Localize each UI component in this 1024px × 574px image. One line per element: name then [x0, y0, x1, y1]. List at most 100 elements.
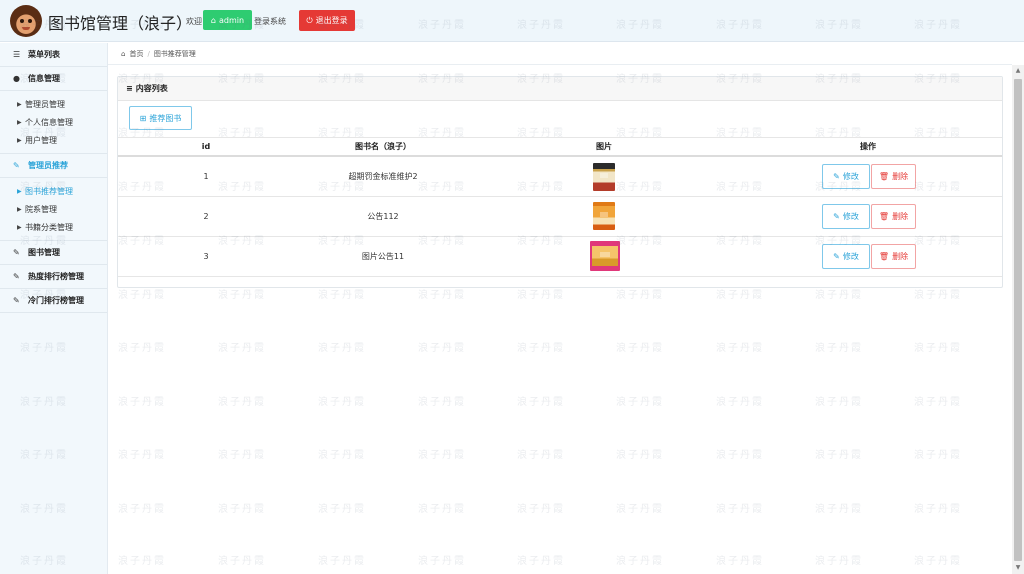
recommend-book-button[interactable]: ⊞ 推荐图书 — [129, 106, 192, 130]
watermark-text: 浪子丹霞 — [716, 290, 764, 301]
edit-button[interactable]: ✎ 修改 — [822, 164, 870, 189]
list-icon: ≡ — [126, 84, 133, 93]
delete-button[interactable]: 🗑 删除 — [871, 204, 916, 229]
watermark-text: 浪子丹霞 — [418, 290, 466, 301]
scroll-down-icon[interactable]: ▼ — [1014, 564, 1022, 572]
watermark-text: 浪子丹霞 — [815, 556, 863, 567]
watermark-text: 浪子丹霞 — [318, 290, 366, 301]
watermark-text: 浪子丹霞 — [218, 397, 266, 408]
watermark-text: 浪子丹霞 — [318, 397, 366, 408]
sidebar-group-label: 图书管理 — [28, 248, 60, 257]
sidebar-group-recommend[interactable]: ✎ 管理员推荐 — [0, 154, 107, 178]
watermark-text: 浪子丹霞 — [517, 450, 565, 461]
book-cover-image — [590, 241, 620, 271]
watermark-text: 浪子丹霞 — [716, 397, 764, 408]
edit-button[interactable]: ✎ 修改 — [822, 204, 870, 229]
watermark-text: 浪子丹霞 — [616, 450, 664, 461]
row-name: 公告112 — [367, 212, 399, 221]
edit-icon: ✎ — [13, 248, 20, 257]
sidebar: ☰ 菜单列表 ● 信息管理 ▶ 管理员管理 ▶ 个人信息管理 ▶ 用户管理 ✎ … — [0, 43, 108, 574]
edit-label: 修改 — [842, 212, 859, 221]
column-header-image: 图片 — [596, 142, 612, 151]
sidebar-item-profile[interactable]: ▶ 个人信息管理 — [0, 113, 107, 131]
sidebar-group-label: 信息管理 — [28, 74, 60, 83]
list-icon: ☰ — [13, 50, 21, 59]
watermark-text: 浪子丹霞 — [418, 397, 466, 408]
caret-right-icon: ▶ — [17, 205, 22, 213]
user-icon: ● — [13, 74, 20, 83]
sidebar-item-label: 个人信息管理 — [25, 117, 73, 127]
edit-label: 修改 — [842, 252, 859, 261]
sidebar-item-category[interactable]: ▶ 书籍分类管理 — [0, 218, 107, 236]
watermark-text: 浪子丹霞 — [218, 290, 266, 301]
trash-icon: 🗑 — [878, 172, 890, 181]
row-id: 1 — [203, 172, 209, 181]
watermark-text: 浪子丹霞 — [914, 504, 962, 515]
caret-right-icon: ▶ — [17, 118, 22, 126]
watermark-text: 浪子丹霞 — [914, 290, 962, 301]
edit-icon: ✎ — [833, 212, 840, 221]
user-button[interactable]: ⌂ admin — [203, 10, 252, 30]
watermark-text: 浪子丹霞 — [318, 343, 366, 354]
sidebar-group-books[interactable]: ✎ 图书管理 — [0, 241, 107, 265]
user-name: admin — [219, 15, 245, 25]
sidebar-item-label: 书籍分类管理 — [25, 222, 73, 232]
watermark-text: 浪子丹霞 — [815, 397, 863, 408]
column-header-name: 图书名（浪子） — [355, 142, 411, 151]
watermark-text: 浪子丹霞 — [914, 450, 962, 461]
delete-label: 删除 — [892, 172, 909, 181]
content-panel: ≡ 内容列表 ⊞ 推荐图书 id 图书名（浪子） 图片 操作 1 超期罚金标准维… — [117, 76, 1003, 288]
watermark-text: 浪子丹霞 — [616, 504, 664, 515]
watermark-text: 浪子丹霞 — [418, 450, 466, 461]
watermark-text: 浪子丹霞 — [815, 290, 863, 301]
watermark-text: 浪子丹霞 — [517, 556, 565, 567]
scroll-thumb[interactable] — [1014, 79, 1022, 561]
caret-right-icon: ▶ — [17, 100, 22, 108]
avatar — [10, 5, 42, 37]
sidebar-item-label: 管理员管理 — [25, 99, 65, 109]
power-icon: ⏻ — [306, 15, 313, 25]
delete-button[interactable]: 🗑 删除 — [871, 244, 916, 269]
watermark-text: 浪子丹霞 — [218, 343, 266, 354]
watermark-text: 浪子丹霞 — [218, 556, 266, 567]
logout-button[interactable]: ⏻ 退出登录 — [299, 10, 355, 31]
recommend-book-label: 推荐图书 — [149, 113, 182, 123]
sidebar-submenu-recommend: ▶ 图书推荐管理 ▶ 院系管理 ▶ 书籍分类管理 — [0, 178, 107, 241]
watermark-text: 浪子丹霞 — [815, 450, 863, 461]
row-name: 图片公告11 — [361, 252, 405, 261]
delete-button[interactable]: 🗑 删除 — [871, 164, 916, 189]
breadcrumb-current: 图书推荐管理 — [153, 50, 196, 58]
edit-button[interactable]: ✎ 修改 — [822, 244, 870, 269]
sidebar-item-department[interactable]: ▶ 院系管理 — [0, 200, 107, 218]
watermark-text: 浪子丹霞 — [118, 290, 166, 301]
scroll-up-icon[interactable]: ▲ — [1014, 67, 1022, 75]
watermark-text: 浪子丹霞 — [616, 397, 664, 408]
vertical-scrollbar[interactable]: ▲ ▼ — [1012, 65, 1024, 574]
table-row: 1 超期罚金标准维护2 ✎ 修改 🗑 删除 — [118, 157, 1002, 197]
sidebar-item-book-recommend[interactable]: ▶ 图书推荐管理 — [0, 182, 107, 200]
table-header: id 图书名（浪子） 图片 操作 — [118, 137, 1002, 157]
breadcrumb-home[interactable]: 首页 — [129, 49, 143, 59]
watermark-text: 浪子丹霞 — [218, 504, 266, 515]
watermark-text: 浪子丹霞 — [716, 556, 764, 567]
edit-icon: ✎ — [13, 296, 20, 305]
edit-icon: ✎ — [833, 172, 840, 181]
sidebar-menu-title: ☰ 菜单列表 — [0, 43, 107, 67]
sidebar-group-cold-ranking[interactable]: ✎ 冷门排行榜管理 — [0, 289, 107, 313]
divider — [108, 64, 1012, 65]
breadcrumb: ⌂ 首页 / 图书推荐管理 — [121, 49, 196, 59]
sidebar-group-label: 冷门排行榜管理 — [28, 296, 84, 305]
watermark-text: 浪子丹霞 — [318, 504, 366, 515]
watermark-text: 浪子丹霞 — [914, 397, 962, 408]
sidebar-group-hot-ranking[interactable]: ✎ 热度排行榜管理 — [0, 265, 107, 289]
breadcrumb-separator: / — [147, 50, 150, 58]
watermark-text: 浪子丹霞 — [616, 556, 664, 567]
watermark-text: 浪子丹霞 — [616, 290, 664, 301]
caret-right-icon: ▶ — [17, 187, 22, 195]
watermark-text: 浪子丹霞 — [716, 504, 764, 515]
table-row: 3 图片公告11 ✎ 修改 🗑 删除 — [118, 237, 1002, 277]
sidebar-item-admin[interactable]: ▶ 管理员管理 — [0, 95, 107, 113]
sidebar-group-info[interactable]: ● 信息管理 — [0, 67, 107, 91]
delete-label: 删除 — [892, 252, 909, 261]
sidebar-item-users[interactable]: ▶ 用户管理 — [0, 131, 107, 149]
